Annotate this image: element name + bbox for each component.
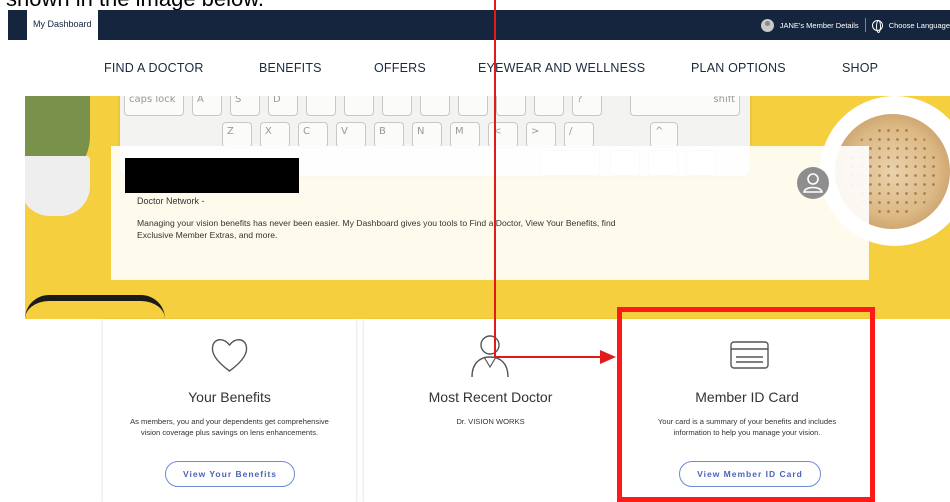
user-icon: [803, 173, 823, 193]
most-recent-doctor-tile: Most Recent Doctor Dr. VISION WORKS: [364, 319, 617, 502]
screenshot-stage: { "caption": "shown in the image below."…: [0, 0, 950, 502]
tile-title: Most Recent Doctor: [428, 389, 553, 405]
user-avatar-icon[interactable]: [760, 18, 774, 32]
tile-title: Your Benefits: [188, 389, 271, 405]
glasses-decoration: [25, 295, 165, 319]
nav-eyewear-and-wellness[interactable]: EYEWEAR AND WELLNESS: [478, 61, 645, 75]
profile-avatar-icon[interactable]: [797, 167, 829, 199]
tile-description: As members, you and your dependents get …: [130, 417, 329, 437]
doctor-name[interactable]: Dr. VISION WORKS: [386, 416, 595, 427]
welcome-card: Doctor Network - Managing your vision be…: [111, 146, 869, 280]
member-details-link[interactable]: JANE's Member Details: [780, 21, 859, 30]
doctor-network-label: Doctor Network -: [137, 196, 205, 206]
intro-text: Managing your vision benefits has never …: [137, 218, 616, 240]
annotation-line-vertical: [494, 0, 496, 357]
doctor-icon: [364, 335, 617, 378]
arrowhead-icon: [600, 350, 616, 364]
divider: [864, 18, 866, 32]
nav-offers[interactable]: OFFERS: [374, 61, 426, 75]
globe-icon: [871, 19, 883, 33]
pot-decoration: [25, 156, 90, 216]
nav-benefits[interactable]: BENEFITS: [259, 61, 322, 75]
main-nav: FIND A DOCTOR BENEFITS OFFERS EYEWEAR AN…: [0, 40, 950, 96]
annotation-line-horizontal: [494, 356, 602, 358]
member-area: JANE's Member Details Choose Language: [760, 10, 950, 40]
nav-find-a-doctor[interactable]: FIND A DOCTOR: [104, 61, 204, 75]
my-dashboard-tab[interactable]: My Dashboard: [27, 10, 98, 40]
choose-language-link[interactable]: Choose Language: [889, 21, 950, 30]
nav-plan-options[interactable]: PLAN OPTIONS: [691, 61, 786, 75]
your-benefits-tile: Your Benefits As members, you and your d…: [103, 319, 356, 502]
nav-shop[interactable]: SHOP: [842, 61, 878, 75]
redacted-name: [125, 158, 299, 193]
heart-icon: [103, 335, 356, 375]
highlight-box: [617, 307, 875, 502]
view-your-benefits-button[interactable]: View Your Benefits: [165, 461, 295, 487]
